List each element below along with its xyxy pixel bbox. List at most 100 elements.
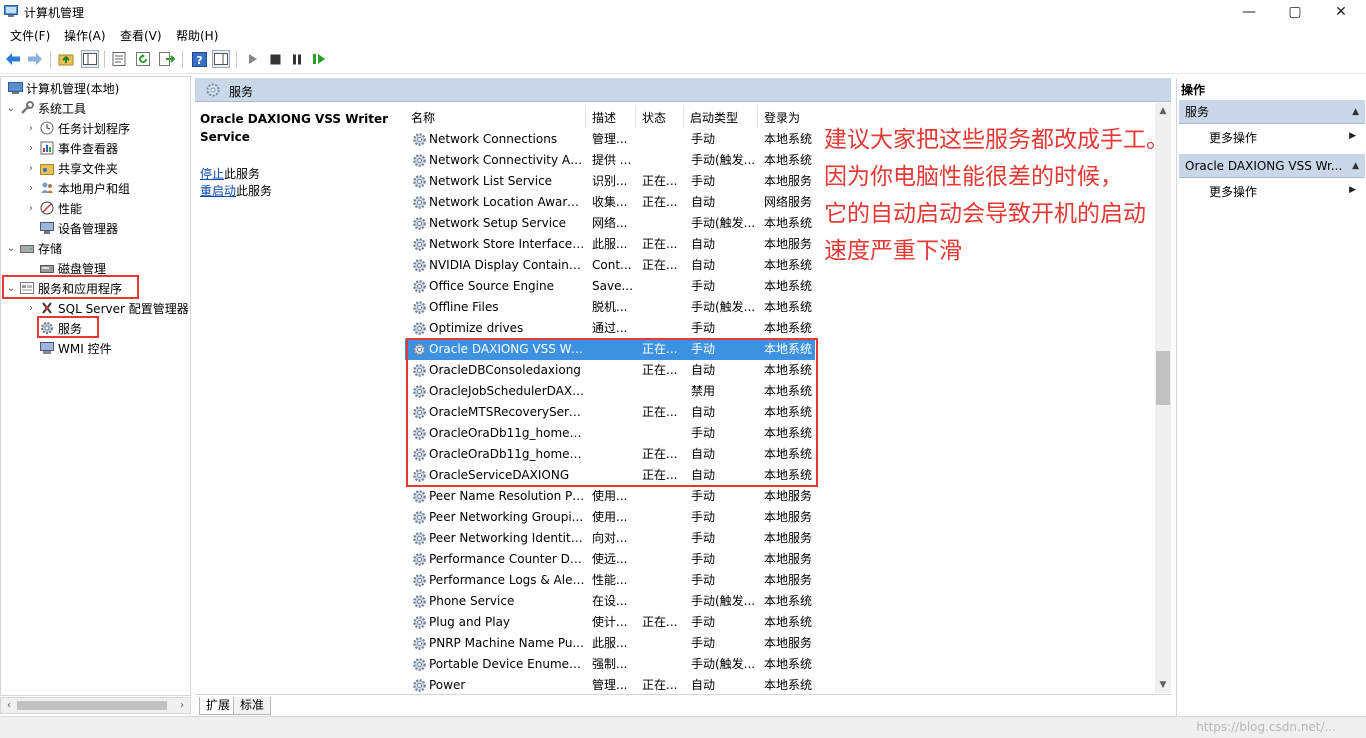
cell-startup: 自动 [691, 468, 716, 482]
chevron-right-icon[interactable]: › [25, 303, 37, 314]
show-hide-tree-icon[interactable] [81, 50, 99, 68]
table-row[interactable]: Network Connections 管理... 手动 本地系统 [405, 129, 815, 150]
up-folder-icon[interactable] [57, 50, 75, 68]
tree-item-system-tools[interactable]: ⌄ 系统工具 [5, 98, 86, 118]
tree-item-event-viewer[interactable]: › 事件查看器 [25, 138, 118, 158]
cell-name: Network Connections [429, 132, 558, 146]
chevron-down-icon[interactable]: ⌄ [5, 103, 17, 114]
tree-item-local-users[interactable]: › 本地用户和组 [25, 178, 130, 198]
scrollbar-thumb[interactable] [17, 701, 167, 710]
cell-desc [592, 360, 636, 381]
table-row[interactable]: OracleJobSchedulerDAXI... 禁用 本地系统 [405, 381, 815, 402]
table-row[interactable]: Performance Logs & Aler... 性能... 手动 本地服务 [405, 570, 815, 591]
cell-startup: 手动 [691, 615, 716, 629]
table-row[interactable]: OracleServiceDAXIONG 正在... 自动 本地系统 [405, 465, 815, 486]
table-row[interactable]: Optimize drives 通过... 手动 本地系统 [405, 318, 815, 339]
cell-status [642, 129, 684, 150]
chevron-right-icon[interactable]: › [25, 203, 37, 214]
menu-help[interactable]: 帮助(H) [176, 27, 218, 44]
scroll-right-icon[interactable]: › [174, 698, 190, 713]
chevron-down-icon[interactable]: ⌄ [5, 243, 17, 254]
table-row[interactable]: OracleDBConsoledaxiong 正在... 自动 本地系统 [405, 360, 815, 381]
chevron-right-icon[interactable]: › [25, 183, 37, 194]
column-header-description[interactable]: 描述 [586, 106, 636, 128]
close-button[interactable]: ✕ [1318, 0, 1364, 24]
actions-section-services[interactable]: 服务 ▲ [1179, 100, 1365, 124]
table-row[interactable]: Power 管理... 正在... 自动 本地系统 [405, 675, 815, 693]
column-header-name[interactable]: 名称 ^ [405, 103, 586, 128]
pause-service-icon[interactable] [288, 50, 306, 68]
scroll-down-icon[interactable]: ▼ [1155, 677, 1171, 693]
column-header-startup-type[interactable]: 启动类型 [684, 106, 758, 128]
table-row[interactable]: Portable Device Enumera... 强制... 手动(触发... 本… [405, 654, 815, 675]
tree-item-shared-folders[interactable]: › 共享文件夹 [25, 158, 118, 178]
show-hide-action-pane-icon[interactable] [212, 50, 230, 68]
table-row[interactable]: OracleOraDb11g_home1... 手动 本地系统 [405, 423, 815, 444]
help-icon[interactable]: ? [190, 50, 208, 68]
tree-item-root[interactable]: 计算机管理(本地) [5, 78, 119, 98]
scroll-left-icon[interactable]: ‹ [1, 698, 17, 713]
back-arrow-icon[interactable] [4, 50, 22, 68]
table-row[interactable]: OracleOraDb11g_home1... 正在... 自动 本地系统 [405, 444, 815, 465]
cell-name: OracleOraDb11g_home1... [429, 426, 585, 440]
scrollbar-thumb[interactable] [1156, 351, 1170, 405]
chevron-right-icon[interactable]: › [25, 163, 37, 174]
maximize-button[interactable]: ▢ [1272, 0, 1318, 24]
column-header-status[interactable]: 状态 [636, 106, 684, 128]
restart-service-icon[interactable] [310, 50, 328, 68]
tree-item-performance[interactable]: › 性能 [25, 198, 82, 218]
table-row[interactable]: Peer Networking Groupi... 使用... 手动 本地服务 [405, 507, 815, 528]
menu-action[interactable]: 操作(A) [64, 27, 106, 44]
menu-view[interactable]: 查看(V) [120, 27, 162, 44]
table-row[interactable]: Network Store Interface ... 此服... 正在... 自动 本… [405, 234, 815, 255]
cell-name: OracleDBConsoledaxiong [429, 363, 581, 377]
tab-standard[interactable]: 标准 [233, 697, 272, 715]
start-service-icon[interactable] [244, 50, 262, 68]
tree-item-wmi[interactable]: WMI 控件 [37, 338, 112, 358]
tree-item-storage[interactable]: ⌄ 存储 [5, 238, 62, 258]
chevron-down-icon[interactable]: ⌄ [5, 283, 17, 294]
tree-item-disk-management[interactable]: 磁盘管理 [37, 258, 106, 278]
forward-arrow-icon[interactable] [26, 50, 44, 68]
table-row[interactable]: Network Setup Service 网络... 手动(触发... 本地系统 [405, 213, 815, 234]
collapse-triangle-icon[interactable]: ▲ [1352, 100, 1359, 123]
table-row[interactable]: Office Source Engine Save... 手动 本地系统 [405, 276, 815, 297]
table-row[interactable]: PNRP Machine Name Pu... 此服... 手动 本地服务 [405, 633, 815, 654]
tree-item-services[interactable]: 服务 [37, 318, 82, 338]
tree-item-sql-server[interactable]: › SQL Server 配置管理器 [25, 298, 189, 318]
table-row[interactable]: OracleMTSRecoveryServi... 正在... 自动 本地系统 [405, 402, 815, 423]
table-row[interactable]: Network List Service 识别... 正在... 手动 本地服务 [405, 171, 815, 192]
minimize-button[interactable]: — [1226, 0, 1272, 24]
cell-status: 正在... [642, 678, 678, 692]
table-row[interactable]: Peer Networking Identity... 向对... 手动 本地服务 [405, 528, 815, 549]
table-row[interactable]: NVIDIA Display Containe... Cont... 正在... 自动… [405, 255, 815, 276]
tree-item-services-apps[interactable]: ⌄ 服务和应用程序 [5, 278, 122, 298]
table-row[interactable]: Oracle DAXIONG VSS Wr... 正在... 手动 本地系统 [405, 339, 815, 360]
menu-file[interactable]: 文件(F) [10, 27, 50, 44]
tree-item-device-manager[interactable]: 设备管理器 [37, 218, 118, 238]
table-row[interactable]: Peer Name Resolution Pr... 使用... 手动 本地服务 [405, 486, 815, 507]
table-row[interactable]: Phone Service 在设... 手动(触发... 本地系统 [405, 591, 815, 612]
chevron-right-icon[interactable]: › [25, 143, 37, 154]
tree-item-task-scheduler[interactable]: › 任务计划程序 [25, 118, 130, 138]
restart-service-link[interactable]: 重启动 [200, 184, 236, 198]
collapse-triangle-icon[interactable]: ▲ [1352, 154, 1359, 177]
cell-name: Offline Files [429, 300, 499, 314]
gear-icon [412, 195, 427, 210]
table-row[interactable]: Offline Files 脱机... 手动(触发... 本地系统 [405, 297, 815, 318]
chevron-right-icon[interactable]: › [25, 123, 37, 134]
table-row[interactable]: Performance Counter DL... 使远... 手动 本地服务 [405, 549, 815, 570]
table-row[interactable]: Network Connectivity Ass... 提供 ... 手动(触发..… [405, 150, 815, 171]
properties-icon[interactable] [110, 50, 128, 68]
stop-service-icon[interactable] [266, 50, 284, 68]
table-row[interactable]: Network Location Aware... 收集... 正在... 自动 网络服… [405, 192, 815, 213]
tab-extended[interactable]: 扩展 [199, 697, 238, 715]
scroll-up-icon[interactable]: ▲ [1155, 103, 1171, 119]
export-list-icon[interactable] [158, 50, 176, 68]
tree-horizontal-scrollbar[interactable]: ‹ › [0, 697, 191, 714]
stop-service-link[interactable]: 停止 [200, 167, 224, 181]
cell-desc: 强制... [592, 657, 628, 671]
table-row[interactable]: Plug and Play 使计... 正在... 手动 本地系统 [405, 612, 815, 633]
column-header-logon[interactable]: 登录为 [758, 106, 818, 128]
refresh-icon[interactable] [134, 50, 152, 68]
